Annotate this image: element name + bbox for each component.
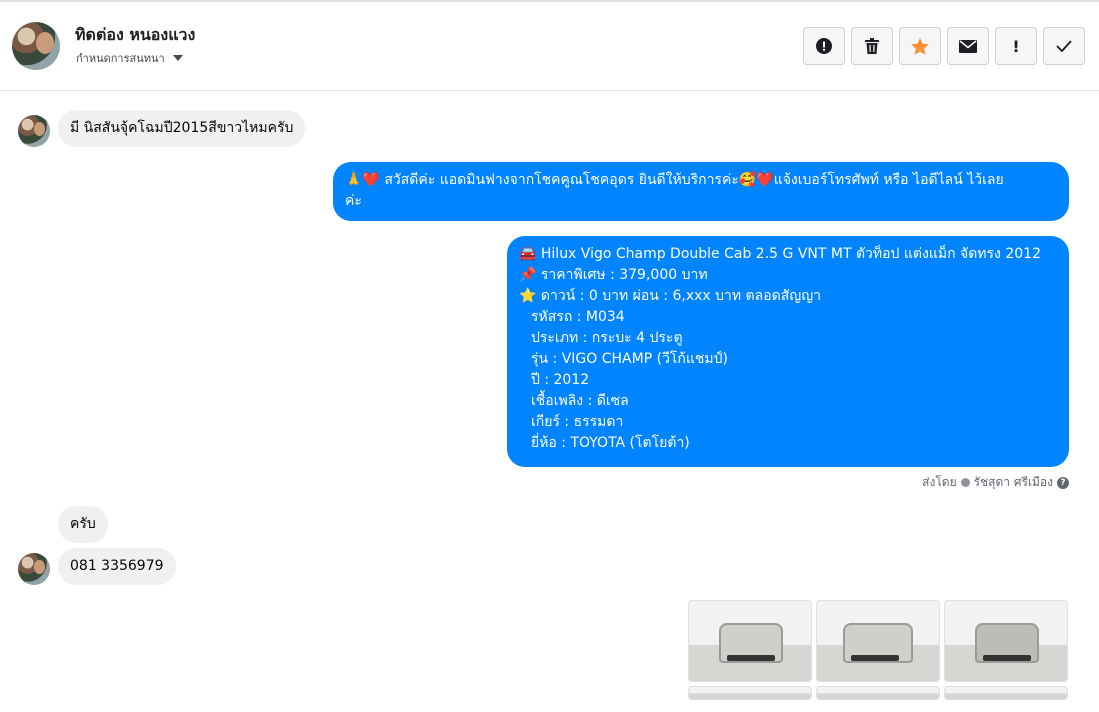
- listing-title: 🚘 Hilux Vigo Champ Double Cab 2.5 G VNT …: [519, 246, 1041, 262]
- message-text: 081 3356979: [70, 558, 164, 574]
- listing-brand: ยี่ห้อ : TOYOTA (โตโยต้า): [531, 435, 690, 451]
- listing-year: ปี : 2012: [531, 372, 590, 388]
- incoming-message[interactable]: มี นิสสันจุ้คโฉมปี2015สีขาวไหมครับ: [58, 110, 306, 147]
- report-button[interactable]: [803, 27, 845, 65]
- attachment-image[interactable]: [816, 686, 940, 700]
- star-icon: [911, 37, 929, 55]
- star-button[interactable]: [899, 27, 941, 65]
- attachment-image[interactable]: [688, 600, 812, 682]
- message-text: 🙏❤️ สวัสดีค่ะ แอดมินฟางจากโชคคูณโชคอุดร …: [345, 172, 1004, 188]
- message-button[interactable]: [947, 27, 989, 65]
- envelope-icon: [959, 39, 977, 53]
- car-photo: [975, 623, 1039, 663]
- action-toolbar: !: [803, 27, 1085, 65]
- incoming-message[interactable]: 081 3356979: [58, 548, 176, 585]
- assign-label: กำหนดการสนทนา: [76, 52, 165, 65]
- alert-circle-icon: [816, 38, 832, 54]
- outgoing-listing-message[interactable]: 🚘 Hilux Vigo Champ Double Cab 2.5 G VNT …: [507, 236, 1069, 467]
- mark-spam-button[interactable]: !: [995, 27, 1037, 65]
- contact-name[interactable]: ทิดต่อง หนองแวง: [75, 23, 195, 48]
- listing-type: ประเภท : กระบะ 4 ประตู: [531, 330, 683, 346]
- sent-by-label: ส่งโดย: [922, 475, 957, 489]
- mark-done-button[interactable]: [1043, 27, 1085, 65]
- listing-model: รุ่น : VIGO CHAMP (วีโก้แชมป์): [531, 351, 729, 367]
- listing-gear: เกียร์ : ธรรมดา: [531, 414, 624, 430]
- conversation-header: ทิดต่อง หนองแวง กำหนดการสนทนา !: [0, 2, 1099, 91]
- attachment-image[interactable]: [688, 686, 812, 700]
- message-text: มี นิสสันจุ้คโฉมปี2015สีขาวไหมครับ: [70, 120, 294, 136]
- listing-fuel: เชื้อเพลิง : ดีเซล: [531, 393, 629, 409]
- attachment-image[interactable]: [816, 600, 940, 682]
- attachment-image[interactable]: [944, 686, 1068, 700]
- help-icon[interactable]: ?: [1057, 476, 1069, 489]
- exclamation-icon: !: [1012, 36, 1020, 56]
- incoming-message[interactable]: ครับ: [58, 506, 108, 543]
- listing-code: รหัสรถ : M034: [531, 309, 625, 325]
- checkmark-icon: [1056, 40, 1072, 52]
- sender-avatar: [18, 115, 50, 147]
- sender-avatar: [18, 553, 50, 585]
- attachment-image[interactable]: [944, 600, 1068, 682]
- outgoing-message[interactable]: 🙏❤️ สวัสดีค่ะ แอดมินฟางจากโชคคูณโชคอุดร …: [333, 162, 1069, 221]
- sent-by-name[interactable]: รัชสุดา ศรีเมือง: [974, 473, 1053, 492]
- image-attachments: [688, 600, 1068, 700]
- car-photo: [719, 623, 783, 663]
- message-text: ค่ะ: [345, 193, 362, 209]
- sent-by-info: ส่งโดย รัชสุดา ศรีเมือง ?: [922, 473, 1069, 492]
- listing-price: 📌 ราคาพิเศษ : 379,000 บาท: [519, 267, 708, 283]
- car-photo: [843, 623, 913, 663]
- agent-status-icon: [960, 478, 970, 487]
- message-text: ครับ: [70, 516, 96, 532]
- trash-icon: [865, 38, 879, 54]
- delete-button[interactable]: [851, 27, 893, 65]
- assign-conversation-dropdown[interactable]: กำหนดการสนทนา: [76, 49, 183, 67]
- listing-down-payment: ⭐ ดาวน์ : 0 บาท ผ่อน : 6,xxx บาท ตลอดสัญ…: [519, 288, 821, 304]
- avatar[interactable]: [12, 22, 60, 70]
- caret-down-icon: [172, 55, 183, 61]
